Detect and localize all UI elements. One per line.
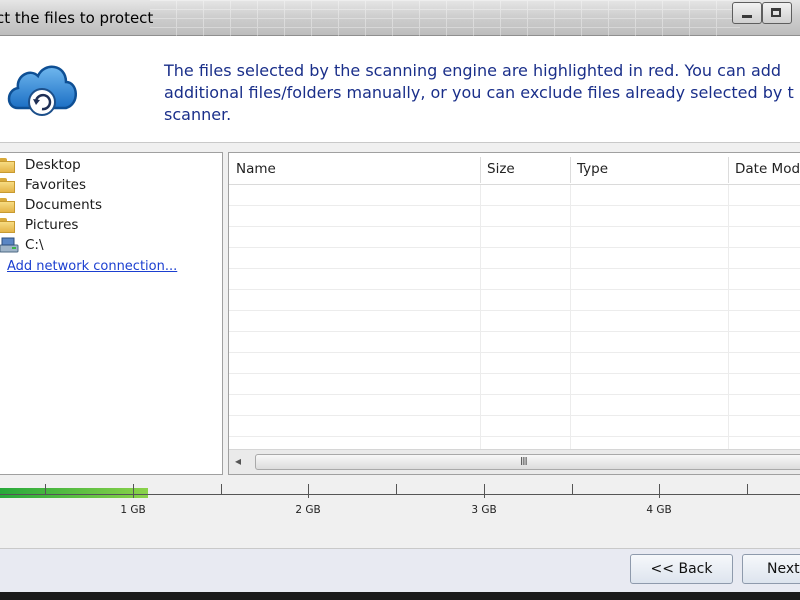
gauge-tick [747,484,748,494]
file-list[interactable]: Name Size Type Date Modif ◂ III [228,152,800,475]
tree-item-label: Desktop [25,157,81,173]
gauge-tick [45,484,46,494]
back-button-label: << Back [650,561,713,577]
storage-gauge-fill [0,488,149,498]
tree-item-label: Pictures [25,217,79,233]
gauge-label-2gb: 2 GB [295,504,321,516]
instructions-header: The files selected by the scanning engin… [0,36,800,143]
gauge-label-3gb: 3 GB [471,504,497,516]
window-bottom-edge [0,592,800,600]
back-button[interactable]: << Back [630,554,733,584]
gauge-tick [572,484,573,494]
tree-item-label: Documents [25,197,102,213]
gauge-label-4gb: 4 GB [646,504,672,516]
tree-item-favorites[interactable]: Favorites [0,175,86,195]
drive-icon [0,237,19,253]
gauge-tick [484,484,485,498]
next-button-label: Next [767,561,800,577]
gauge-tick [221,484,222,494]
title-bar-pattern [150,0,740,36]
storage-gauge: 1 GB 2 GB 3 GB 4 GB [0,482,800,522]
column-gridline [480,185,481,449]
tree-item-pictures[interactable]: Pictures [0,215,78,235]
folder-icon [0,197,17,213]
column-header-type[interactable]: Type [577,161,608,177]
cloud-restore-icon [7,65,77,116]
folder-tree[interactable]: Desktop Favorites Documents Pictures C:\… [0,152,223,475]
scrollbar-grip: III [520,455,528,468]
tree-item-c-drive[interactable]: C:\ [0,235,44,255]
instructions-text: The files selected by the scanning engin… [164,61,794,124]
title-bar: ct the files to protect [0,0,800,36]
column-header-size[interactable]: Size [487,161,515,177]
next-button[interactable]: Next [742,554,800,584]
column-divider[interactable] [570,157,571,183]
storage-gauge-axis [0,494,800,495]
column-gridline [570,185,571,449]
tree-item-desktop[interactable]: Desktop [0,155,81,175]
gauge-tick [659,484,660,498]
column-divider[interactable] [728,157,729,183]
tree-item-label: C:\ [25,237,44,253]
column-header-date-modified[interactable]: Date Modif [735,161,800,177]
add-network-connection-link[interactable]: Add network connection... [7,259,177,274]
folder-icon [0,177,17,193]
window-title: ct the files to protect [0,9,154,27]
column-gridline [728,185,729,449]
file-list-rows [229,185,800,449]
tree-item-label: Favorites [25,177,86,193]
gauge-tick [133,484,134,498]
horizontal-scrollbar[interactable]: ◂ III [229,449,800,474]
column-header-name[interactable]: Name [236,161,276,177]
gauge-tick [308,484,309,498]
scrollbar-thumb[interactable]: III [255,454,800,470]
scroll-left-arrow-icon[interactable]: ◂ [235,454,241,468]
minimize-button[interactable] [732,2,762,24]
gauge-tick [396,484,397,494]
folder-icon [0,157,17,173]
gauge-label-1gb: 1 GB [120,504,146,516]
tree-item-documents[interactable]: Documents [0,195,102,215]
file-list-header: Name Size Type Date Modif [229,153,800,185]
column-divider[interactable] [480,157,481,183]
maximize-button[interactable] [762,2,792,24]
folder-icon [0,217,17,233]
